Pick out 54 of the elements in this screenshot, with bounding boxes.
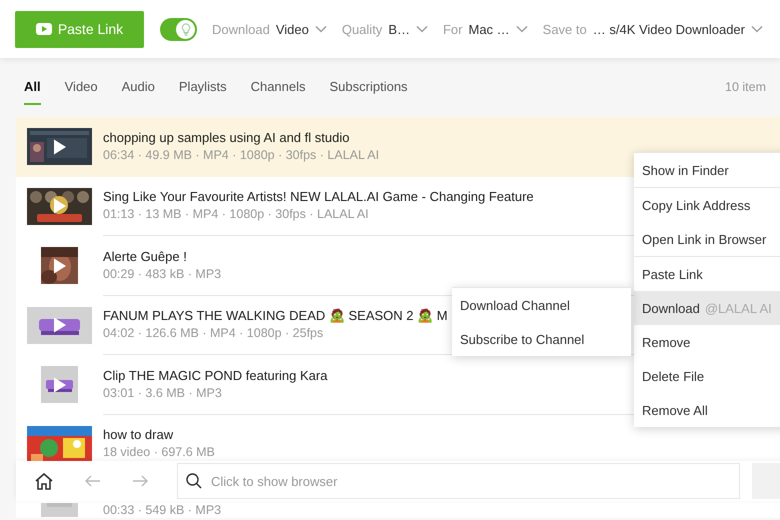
back-button[interactable] <box>84 475 101 487</box>
item-title: Alerte Guêpe ! <box>103 248 187 264</box>
video-icon <box>36 23 52 35</box>
home-icon <box>35 472 53 490</box>
item-details: 04:02 · 126.6 MB · MP4 · 1080p · 25fps <box>103 326 324 342</box>
search-icon <box>186 473 202 489</box>
menu-item[interactable]: Show in Finder <box>634 153 780 187</box>
tab[interactable]: Subscriptions <box>330 79 408 105</box>
item-title: Clip THE MAGIC POND featuring Kara <box>103 368 328 383</box>
tab[interactable]: Video <box>64 79 98 105</box>
item-details: 01:13 · 13 MB · MP4 · 1080p · 30fps · LALAL AI <box>103 207 369 222</box>
chevron-icon <box>751 25 763 33</box>
chevron-icon <box>516 25 528 33</box>
dropdown[interactable]: Save to … s/4K Video Downloader <box>542 22 763 36</box>
menu-item[interactable]: Delete File <box>634 359 780 393</box>
play-icon <box>54 258 66 274</box>
item-title: FANUM PLAYS THE WALKING DEAD 🧟 SEASON 2 🧟 M <box>103 308 448 324</box>
menu-item[interactable]: Download @LALAL AI <box>634 291 780 325</box>
item-details: 06:34 · 49.9 MB · MP4 · 1080p · 30fps · LALAL AI <box>103 148 380 163</box>
menu-item[interactable]: Remove <box>634 325 780 359</box>
forward-button[interactable] <box>132 475 149 487</box>
item-details: 18 video · 697.6 MB <box>103 445 215 460</box>
tab[interactable]: Playlists <box>178 79 227 105</box>
tab[interactable]: Audio <box>122 79 155 105</box>
back-icon <box>84 475 101 487</box>
tab[interactable]: All <box>24 79 41 105</box>
play-icon <box>54 139 66 154</box>
forward-icon <box>132 475 149 487</box>
item-title: chopping up samples using AI and fl studio <box>103 130 350 145</box>
play-icon <box>54 377 66 392</box>
item-details: 00:29 · 483 kB · MP3 <box>103 266 222 282</box>
menu-item[interactable]: Open Link in Browser <box>634 222 780 256</box>
item-count: 10 item <box>725 80 766 96</box>
chevron-icon <box>314 25 327 33</box>
item-details: 03:01 · 3.6 MB · MP3 <box>103 386 222 401</box>
toggle-switch[interactable] <box>160 18 197 40</box>
lightbulb-icon <box>180 22 190 36</box>
search-field[interactable]: Click to show browser <box>177 463 740 499</box>
play-icon <box>54 318 66 333</box>
home-button[interactable] <box>35 472 53 490</box>
item-title: Sing Like Your Favourite Artists! NEW LALAL.AI Game - Changing Feature <box>103 189 534 204</box>
item-title: how to draw <box>103 427 174 442</box>
dropdown[interactable]: Quality B… <box>342 22 428 36</box>
play-icon <box>54 198 66 214</box>
chevron-icon <box>416 25 428 33</box>
menu-item[interactable]: Subscribe to Channel <box>452 322 631 356</box>
menu-item[interactable]: Paste Link <box>634 257 780 291</box>
menu-item[interactable]: Remove All <box>634 393 780 427</box>
menu-item[interactable]: Download Channel <box>452 288 631 322</box>
dropdown[interactable]: For Mac … <box>442 22 528 36</box>
tab[interactable]: Channels <box>250 79 306 105</box>
dropdown[interactable]: Download Video <box>212 22 327 36</box>
item-details: 00:33 · 549 kB · MP3 <box>103 503 222 518</box>
menu-item[interactable]: Copy Link Address <box>634 188 780 222</box>
